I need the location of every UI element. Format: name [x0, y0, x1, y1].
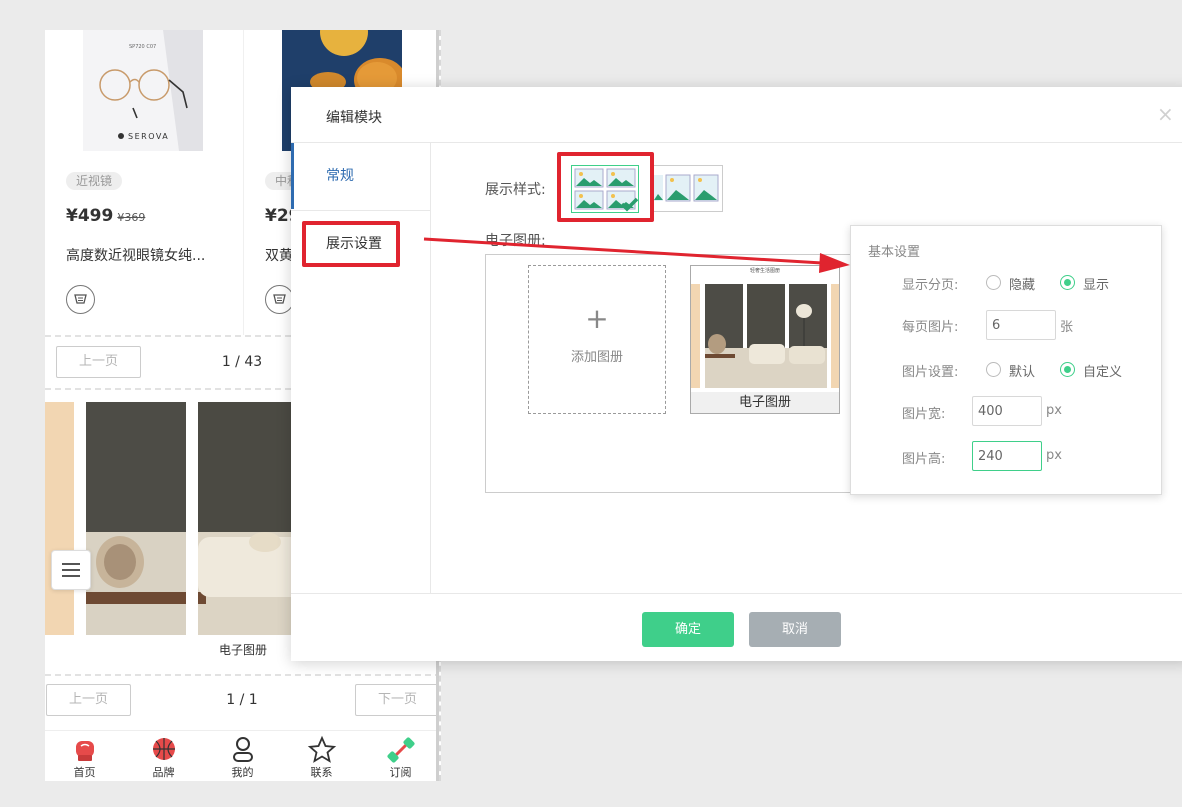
per-page-label: 每页图片:: [902, 320, 959, 335]
style-option-row[interactable]: [651, 165, 723, 212]
product-card[interactable]: SP720 C07 SEROVA 近视镜 ¥499 ¥369 高度数近视眼镜女纯.…: [45, 30, 242, 335]
hamburger-icon: [62, 563, 80, 577]
radio-custom[interactable]: [1060, 362, 1075, 377]
divider: [45, 674, 439, 676]
tab-mine[interactable]: 我的: [203, 731, 282, 781]
height-input[interactable]: [972, 441, 1042, 471]
close-icon[interactable]: ×: [1157, 102, 1174, 126]
cart-icon[interactable]: [66, 285, 95, 314]
per-page-input[interactable]: [986, 310, 1056, 340]
tab-contact[interactable]: 联系: [282, 731, 361, 781]
gallery-pager: 上一页 1 / 1 下一页: [45, 684, 439, 718]
dialog-nav: 常规 展示设置: [291, 143, 431, 593]
radio-custom-label: 自定义: [1083, 365, 1123, 380]
tab-label: 联系: [310, 766, 333, 779]
radio-default[interactable]: [986, 362, 1001, 377]
product-tag: 近视镜: [66, 172, 123, 190]
menu-button[interactable]: [51, 550, 91, 590]
paging-label: 显示分页:: [902, 278, 959, 293]
display-style-label: 展示样式:: [485, 182, 546, 198]
tab-label: 我的: [231, 766, 254, 779]
album-area: + 添加图册 轻奢生活图册 电子图册: [485, 254, 855, 493]
product-price: ¥499 ¥369: [66, 206, 145, 226]
panel-title: 基本设置: [868, 245, 921, 260]
per-page-unit: 张: [1060, 320, 1074, 335]
annotation-box-nav: [302, 221, 400, 267]
image-setting-label: 图片设置:: [902, 365, 959, 380]
tab-label: 订阅: [389, 766, 412, 779]
width-unit: px: [1046, 403, 1062, 418]
album-item-caption: 电子图册: [691, 392, 839, 413]
basketball-icon: [153, 738, 175, 760]
boxing-glove-icon: [76, 741, 94, 761]
prev-page-button[interactable]: 上一页: [56, 346, 141, 378]
tab-label: 首页: [73, 766, 96, 779]
tab-home[interactable]: 首页: [45, 731, 124, 781]
dialog-title: 编辑模块: [326, 110, 382, 126]
page-indicator: 1 / 43: [221, 354, 263, 370]
annotation-box-style: [557, 152, 654, 222]
add-album-button[interactable]: + 添加图册: [528, 265, 666, 414]
cover-text: 轻奢生活图册: [750, 267, 780, 274]
cancel-button[interactable]: 取消: [749, 612, 841, 647]
star-icon: [307, 735, 337, 763]
basic-settings-panel: 基本设置 显示分页: 隐藏 显示 每页图片: 张 图片设置: 默认 自定义 图片…: [850, 225, 1162, 495]
confirm-button[interactable]: 确定: [642, 612, 734, 647]
old-price: ¥369: [117, 211, 146, 224]
tab-label: 品牌: [152, 766, 175, 779]
radio-show[interactable]: [1060, 275, 1075, 290]
product-image: SP720 C07 SEROVA: [83, 30, 203, 151]
height-unit: px: [1046, 448, 1062, 463]
bottom-tabbar: 首页 品牌 我的 联系 订阅: [45, 730, 439, 781]
next-page-button[interactable]: 下一页: [355, 684, 439, 716]
divider: [291, 593, 1182, 594]
radio-hide[interactable]: [986, 275, 1001, 290]
tab-general[interactable]: 常规: [291, 143, 430, 209]
width-input[interactable]: [972, 396, 1042, 426]
radio-hide-label: 隐藏: [1009, 278, 1036, 293]
tab-subscribe[interactable]: 订阅: [361, 731, 439, 781]
price-value: ¥499: [66, 206, 114, 226]
album-label: 电子图册:: [485, 233, 546, 249]
width-label: 图片宽:: [902, 407, 946, 422]
radio-default-label: 默认: [1009, 365, 1036, 380]
radio-show-label: 显示: [1083, 278, 1110, 293]
cart-icon[interactable]: [265, 285, 294, 314]
album-item[interactable]: 轻奢生活图册 电子图册: [690, 265, 840, 414]
prev-page-button[interactable]: 上一页: [46, 684, 131, 716]
product-name: 高度数近视眼镜女纯...: [66, 248, 206, 264]
add-album-label: 添加图册: [570, 350, 623, 365]
image-code: SP720 C07: [129, 44, 156, 50]
plus-icon: +: [585, 302, 609, 335]
brand-mark: SEROVA: [128, 132, 169, 141]
user-icon: [233, 737, 253, 762]
tab-brand[interactable]: 品牌: [124, 731, 203, 781]
dumbbell-icon: [387, 737, 415, 763]
page-indicator: 1 / 1: [226, 692, 258, 708]
height-label: 图片高:: [902, 452, 946, 467]
